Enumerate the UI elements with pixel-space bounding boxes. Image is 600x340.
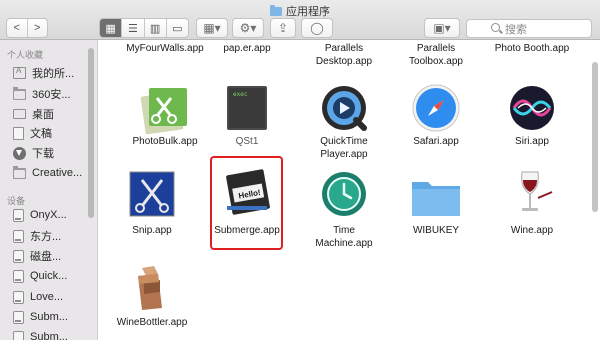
- sidebar-item-label: 文稿: [30, 128, 52, 140]
- path-icon: ▣▾: [433, 21, 451, 35]
- path-button[interactable]: ▣▾: [424, 18, 460, 38]
- sidebar-item-label: 磁盘...: [30, 251, 62, 263]
- window-title-text: 应用程序: [286, 6, 330, 18]
- file-label: Parallels Desktop.app: [315, 43, 373, 67]
- folder-icon: [412, 182, 460, 216]
- file-label: pap.er.app: [223, 43, 271, 54]
- sidebar-item-label: Love...: [30, 291, 64, 303]
- forward-button[interactable]: >: [28, 19, 48, 37]
- disk-icon: [13, 310, 24, 324]
- file-label: Parallels Toolbox.app: [409, 43, 463, 67]
- sidebar-item-label: 东方...: [30, 231, 62, 243]
- file-label: PhotoBulk.app: [132, 136, 198, 147]
- folder-icon: [13, 165, 26, 179]
- sidebar-item-device[interactable]: Love...: [13, 288, 63, 306]
- sidebar-item-label: 我的所...: [32, 68, 75, 80]
- sidebar-scrollbar[interactable]: [88, 48, 94, 218]
- safari-icon: [412, 84, 460, 132]
- sidebar-item-label: OnyX...: [30, 209, 67, 221]
- sidebar: 个人收藏 我的所... 360安... 桌面 文稿 下载 Creative...…: [0, 40, 98, 340]
- sidebar-item-device[interactable]: 磁盘...: [13, 247, 61, 265]
- list-view-icon[interactable]: ☰: [122, 19, 145, 37]
- file-label: Submerge.app: [214, 225, 280, 236]
- sidebar-item-device[interactable]: 东方...: [13, 227, 61, 245]
- file-label: Photo Booth.app: [494, 43, 570, 54]
- disk-icon: [13, 229, 24, 243]
- sidebar-item-device[interactable]: Quick...: [13, 267, 67, 285]
- file-label: QuickTime Player.app: [320, 136, 368, 160]
- sidebar-item-device[interactable]: OnyX...: [13, 206, 67, 224]
- desktop-icon: [13, 109, 26, 119]
- file-label: Snip.app: [132, 225, 172, 236]
- document-icon: [13, 126, 24, 140]
- sidebar-item-label: Subm...: [30, 331, 68, 340]
- share-icon: ⇪: [277, 21, 289, 35]
- tag-button[interactable]: ◯: [301, 18, 333, 38]
- arrange-icon: ▦▾: [203, 21, 221, 35]
- cover-flow-icon[interactable]: ▭: [167, 19, 188, 37]
- wine-glass-icon: [521, 171, 553, 211]
- toolbar: 应用程序 < > ▦ ☰ ▥ ▭ ▦▾ ⚙▾ ⇪ ◯ ▣▾ 搜索: [0, 0, 600, 40]
- action-button[interactable]: ⚙▾: [232, 18, 264, 38]
- sidebar-item-device[interactable]: Subm...: [13, 328, 68, 340]
- disk-icon: [13, 269, 24, 283]
- icon-view-icon[interactable]: ▦: [100, 19, 123, 37]
- file-label: Safari.app: [413, 136, 459, 147]
- sidebar-item-label: Subm...: [30, 311, 68, 323]
- folder-icon: [270, 5, 282, 16]
- column-view-icon[interactable]: ▥: [145, 19, 167, 37]
- arrange-button[interactable]: ▦▾: [196, 18, 228, 38]
- disk-icon: [13, 290, 24, 304]
- file-label: Siri.app: [515, 136, 549, 147]
- sidebar-item-label: 桌面: [32, 109, 54, 121]
- sidebar-item-desktop[interactable]: 桌面: [13, 105, 54, 123]
- file-label: Time Machine.app: [315, 225, 373, 249]
- view-mode-buttons: ▦ ☰ ▥ ▭: [99, 18, 189, 38]
- back-forward-buttons: < >: [6, 18, 48, 38]
- quicktime-icon: [322, 86, 367, 131]
- window-title: 应用程序: [0, 3, 600, 19]
- exec-icon: exec: [227, 86, 267, 130]
- time-machine-icon: [322, 172, 366, 216]
- sidebar-item-creative[interactable]: Creative...: [13, 164, 82, 182]
- folder-icon: [13, 86, 26, 100]
- favorites-heading: 个人收藏: [7, 50, 44, 60]
- file-label: Wine.app: [510, 225, 554, 236]
- disk-icon: [13, 249, 24, 263]
- sidebar-item-label: 360安...: [32, 89, 71, 101]
- download-icon: [13, 146, 26, 160]
- sidebar-item-documents[interactable]: 文稿: [13, 124, 52, 142]
- sidebar-item-apps[interactable]: 我的所...: [13, 64, 74, 82]
- sidebar-item-device[interactable]: Subm...: [13, 308, 68, 326]
- disk-icon: [13, 208, 24, 222]
- file-label: MyFourWalls.app: [126, 43, 204, 54]
- svg-text:exec: exec: [233, 91, 248, 98]
- submerge-icon: Hello!: [226, 169, 270, 215]
- winebottler-icon: [138, 266, 162, 310]
- sidebar-item-downloads[interactable]: 下载: [13, 144, 54, 162]
- photobulk-icon: [140, 88, 187, 135]
- search-placeholder: 搜索: [505, 23, 527, 36]
- sidebar-item-label: 下载: [32, 148, 54, 160]
- disk-icon: [13, 330, 24, 340]
- back-button[interactable]: <: [7, 19, 28, 37]
- share-button[interactable]: ⇪: [270, 18, 296, 38]
- search-field[interactable]: 搜索: [466, 19, 592, 38]
- file-label: WIBUKEY: [412, 225, 460, 236]
- file-label: QSt1: [235, 136, 259, 147]
- sidebar-item-label: Creative...: [32, 167, 83, 179]
- sidebar-item-360[interactable]: 360安...: [13, 85, 71, 103]
- apps-folder-icon: [13, 66, 26, 79]
- search-icon: [491, 23, 500, 32]
- gear-icon: ⚙▾: [239, 21, 257, 35]
- file-browser-scrollbar[interactable]: [592, 62, 598, 212]
- siri-icon: [510, 86, 554, 130]
- snip-icon: [129, 171, 175, 217]
- file-label: WineBottler.app: [116, 317, 188, 328]
- tag-icon: ◯: [310, 21, 324, 35]
- sidebar-item-label: Quick...: [30, 270, 68, 282]
